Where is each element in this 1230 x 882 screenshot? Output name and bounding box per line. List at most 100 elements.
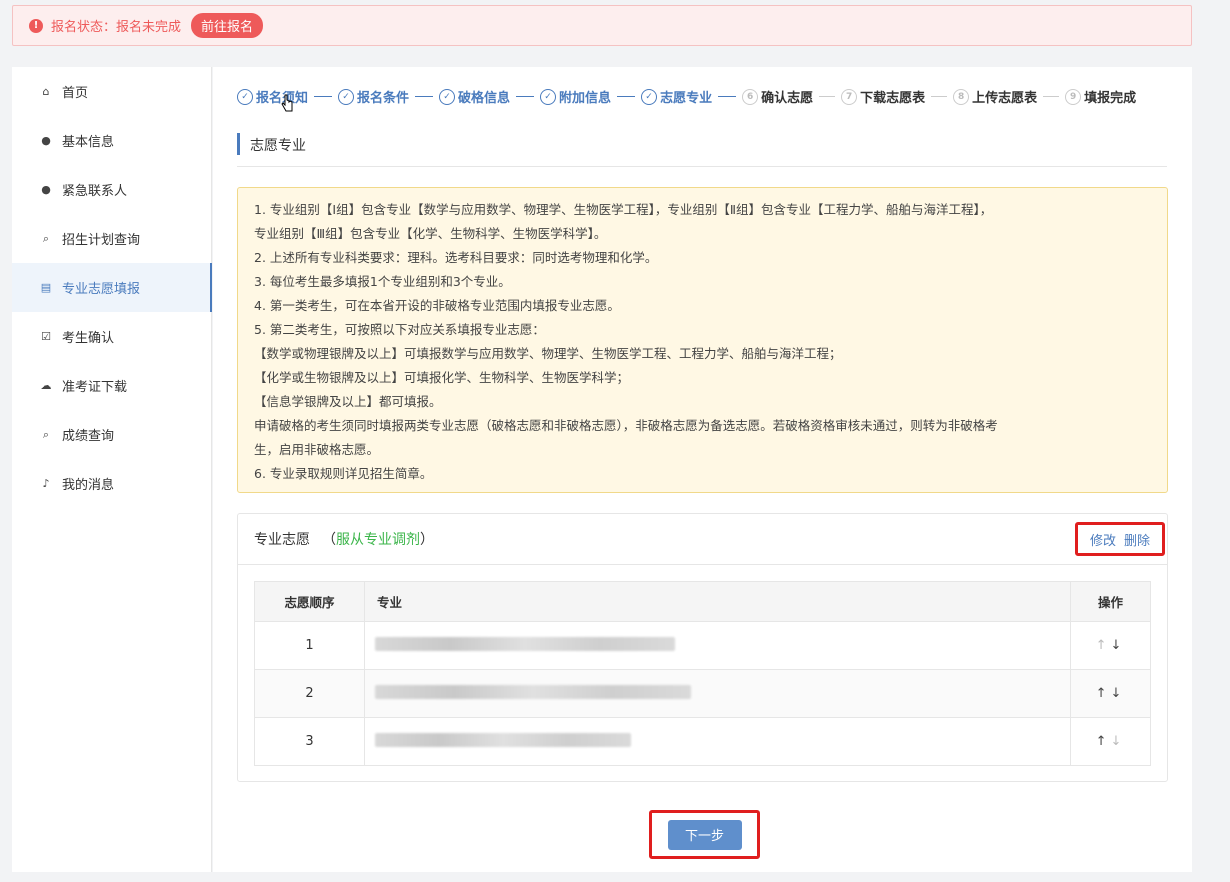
search-icon: ⌕ <box>42 427 50 441</box>
card-header: 专业志愿 （服从专业调剂） 修改 删除 <box>238 514 1167 565</box>
table-row: 3 ↑↓ <box>254 717 1151 766</box>
next-step-button[interactable]: 下一步 <box>667 819 742 850</box>
notice-line: 【信息学银牌及以上】都可填报。 <box>254 394 442 409</box>
column-header-actions: 操作 <box>1070 581 1151 622</box>
step-connector <box>718 96 737 97</box>
move-up-icon[interactable]: ↑ <box>1096 686 1111 701</box>
step-label: 确认志愿 <box>761 91 814 106</box>
delete-link[interactable]: 删除 <box>1124 530 1150 549</box>
card-actions: 修改 删除 <box>1075 522 1165 556</box>
sidebar-item-2[interactable]: ● 紧急联系人 <box>12 165 211 214</box>
step-9: 9 填报完成 <box>1065 87 1136 106</box>
bell-icon: ♪ <box>42 477 50 490</box>
step-connector <box>617 96 636 97</box>
column-header-major: 专业 <box>364 581 1071 622</box>
step-connector <box>1043 96 1060 97</box>
sidebar-item-label: 紧急联系人 <box>62 184 128 199</box>
sidebar-item-label: 专业志愿填报 <box>62 282 141 297</box>
notice-line: 【化学或生物银牌及以上】可填报化学、生物科学、生物医学科学； <box>254 370 630 385</box>
notice-line: 6. 专业录取规则详见招生简章。 <box>254 466 433 481</box>
check-circle-icon: ✓ <box>237 88 253 105</box>
step-label: 志愿专业 <box>660 91 713 106</box>
sidebar-item-8[interactable]: ♪ 我的消息 <box>12 459 211 508</box>
document-icon: ▤ <box>40 281 52 294</box>
step-connector <box>931 96 948 97</box>
check-circle-icon: ✓ <box>338 88 355 105</box>
move-up-icon[interactable]: ↑ <box>1096 638 1111 653</box>
step-4: ✓ 附加信息 <box>540 87 641 106</box>
major-name-redacted <box>364 621 1071 670</box>
sidebar-item-label: 考生确认 <box>62 331 115 346</box>
notice-line: 1. 专业组别【Ⅰ组】包含专业【数学与应用数学、物理学、生物医学工程】，专业组别… <box>254 202 993 217</box>
step-3: ✓ 破格信息 <box>439 87 540 106</box>
major-name-redacted <box>364 717 1071 766</box>
sidebar-item-label: 招生计划查询 <box>62 233 141 248</box>
step-connector <box>415 96 434 97</box>
sidebar-item-1[interactable]: ● 基本信息 <box>12 116 211 165</box>
section-title: 志愿专业 <box>250 138 306 154</box>
step-8: 8 上传志愿表 <box>953 87 1065 106</box>
notice-line: 5. 第二类考生，可按照以下对应关系填报专业志愿： <box>254 322 545 337</box>
notice-line: 4. 第一类考生，可在本省开设的非破格专业范围内填报专业志愿。 <box>254 298 620 313</box>
notice-line: 3. 每位考生最多填报1个专业组别和3个专业。 <box>254 274 511 289</box>
check-circle-icon: ✓ <box>641 88 658 105</box>
registration-status-alert: ! 报名状态：报名未完成 前往报名 <box>12 5 1192 46</box>
step-label: 填报完成 <box>1084 91 1137 106</box>
notice-line: 2. 上述所有专业科类要求：理科。选考科目要求：同时选考物理和化学。 <box>254 250 658 265</box>
step-label: 下载志愿表 <box>860 91 926 106</box>
step-number-icon: 9 <box>1065 88 1082 105</box>
hand-cursor-icon <box>281 94 293 112</box>
step-label: 上传志愿表 <box>972 91 1038 106</box>
user-icon: ● <box>41 183 51 196</box>
adjustment-note: （服从专业调剂） <box>322 532 434 548</box>
row-actions: ↑↓ <box>1070 621 1151 670</box>
move-up-icon[interactable]: ↑ <box>1096 734 1111 749</box>
move-down-icon[interactable]: ↓ <box>1111 638 1126 653</box>
sidebar-item-label: 基本信息 <box>62 135 115 150</box>
step-connector <box>314 96 333 97</box>
move-down-icon[interactable]: ↓ <box>1111 734 1126 749</box>
notice-line: 【数学或物理银牌及以上】可填报数学与应用数学、物理学、生物医学工程、工程力学、船… <box>254 346 842 361</box>
preference-order: 3 <box>254 717 365 766</box>
sidebar-item-label: 准考证下载 <box>62 380 128 395</box>
check-circle-icon: ✓ <box>439 88 456 105</box>
main-content: ✓ 报名须知 ✓ 报名条件 ✓ 破格信息 ✓ 附加信息 ✓ 志愿专业 6 确认志愿 7 下载志愿表 8 上传志… <box>213 67 1192 872</box>
notice-line: 专业组别【Ⅲ组】包含专业【化学、生物科学、生物医学科学】。 <box>254 226 607 241</box>
checkbox-icon: ☑ <box>41 330 51 343</box>
progress-steps: ✓ 报名须知 ✓ 报名条件 ✓ 破格信息 ✓ 附加信息 ✓ 志愿专业 6 确认志愿 7 下载志愿表 8 上传志… <box>237 87 1136 106</box>
sidebar-item-label: 我的消息 <box>62 478 115 493</box>
move-down-icon[interactable]: ↓ <box>1111 686 1126 701</box>
registration-status-text: 报名状态：报名未完成 <box>51 20 182 35</box>
sidebar: ⌂ 首页 ● 基本信息 ● 紧急联系人 ⌕ 招生计划查询 ▤ 专业志愿填报 ☑ 考生确认 ☁ 准考证下载 ⌕… <box>12 67 212 872</box>
step-7: 7 下载志愿表 <box>841 87 953 106</box>
redacted-text <box>375 732 631 747</box>
accept-adjustment-label: 服从专业调剂 <box>336 532 420 548</box>
sidebar-item-0[interactable]: ⌂ 首页 <box>12 67 211 116</box>
step-number-icon: 6 <box>742 88 759 105</box>
row-actions: ↑↓ <box>1070 717 1151 766</box>
step-connector <box>516 96 535 97</box>
step-number-icon: 7 <box>841 88 858 105</box>
sidebar-item-4[interactable]: ▤ 专业志愿填报 <box>12 263 212 312</box>
home-icon: ⌂ <box>42 85 50 98</box>
edit-link[interactable]: 修改 <box>1090 530 1116 549</box>
section-accent-bar <box>237 133 240 155</box>
step-label: 破格信息 <box>458 91 511 106</box>
user-icon: ● <box>41 134 51 147</box>
sidebar-item-7[interactable]: ⌕ 成绩查询 <box>12 410 211 459</box>
table-row: 2 ↑↓ <box>254 669 1151 718</box>
step-label: 报名条件 <box>357 91 410 106</box>
sidebar-item-label: 成绩查询 <box>62 429 115 444</box>
cloud-download-icon: ☁ <box>40 379 52 392</box>
go-register-button[interactable]: 前往报名 <box>191 13 264 38</box>
sidebar-item-6[interactable]: ☁ 准考证下载 <box>12 361 211 410</box>
sidebar-item-5[interactable]: ☑ 考生确认 <box>12 312 211 361</box>
info-icon: ! <box>29 18 43 33</box>
sidebar-item-3[interactable]: ⌕ 招生计划查询 <box>12 214 211 263</box>
major-name-redacted <box>364 669 1071 718</box>
step-connector <box>819 96 836 97</box>
preference-order: 1 <box>254 621 365 670</box>
step-number-icon: 8 <box>953 88 970 105</box>
major-preferences-card: 专业志愿 （服从专业调剂） 修改 删除 志愿顺序 专业 操作 1 ↑↓ 2 ↑↓ 3 ↑↓ <box>237 513 1168 782</box>
instructions-notice: 1. 专业组别【Ⅰ组】包含专业【数学与应用数学、物理学、生物医学工程】，专业组别… <box>237 187 1168 493</box>
